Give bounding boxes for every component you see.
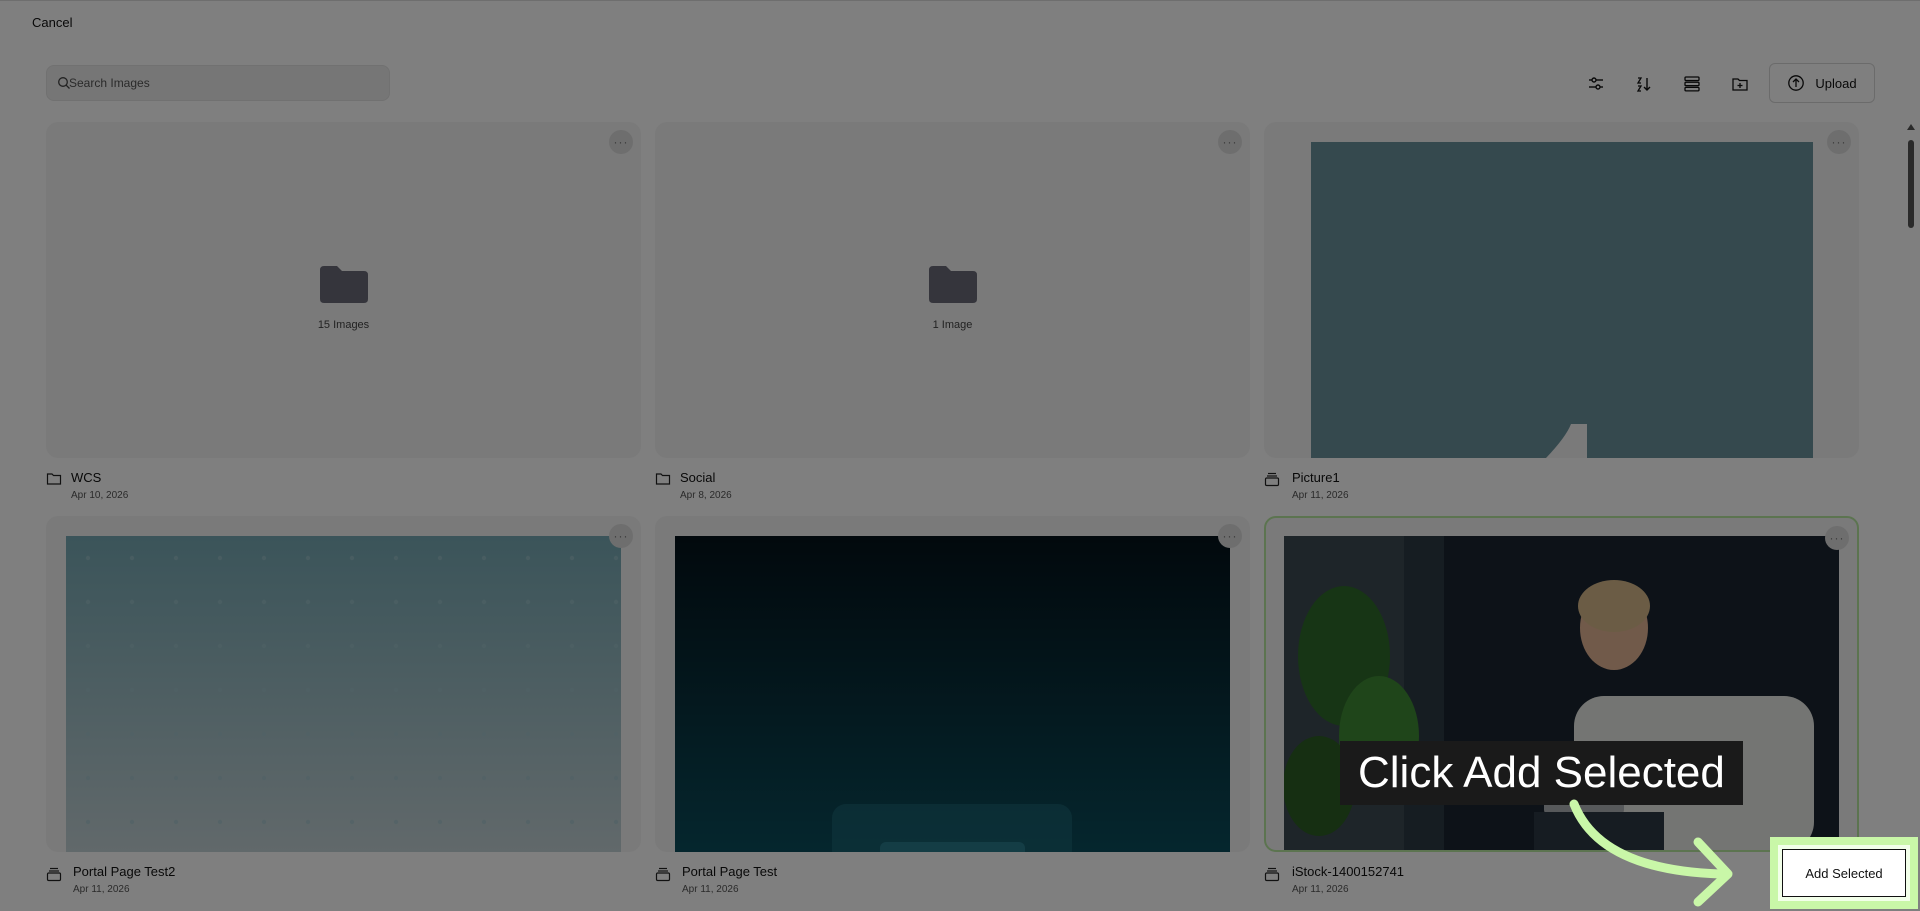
item-name: Portal Page Test2	[73, 864, 176, 879]
item-date: Apr 11, 2026	[1292, 884, 1349, 895]
item-date: Apr 11, 2026	[682, 884, 739, 895]
upload-icon	[1788, 75, 1805, 91]
image-thumbnail	[675, 536, 1230, 852]
new-folder-icon	[1732, 78, 1748, 91]
folder-image-count: 1 Image	[932, 319, 973, 331]
folder-image-count: 15 Images	[317, 319, 370, 331]
item-date: Apr 10, 2026	[71, 490, 129, 501]
folder-icon	[46, 473, 62, 485]
folder-preview: 1 Image	[655, 264, 1250, 331]
cancel-button[interactable]: Cancel	[32, 15, 72, 30]
scroll-up-icon	[1907, 124, 1915, 130]
list-view-button[interactable]	[1676, 68, 1708, 100]
image-card-portal-page-test[interactable]: ···	[655, 516, 1250, 852]
sort-az-icon	[1636, 77, 1651, 92]
filter-icon	[1589, 77, 1603, 90]
upload-button[interactable]: Upload	[1769, 63, 1875, 103]
more-options-button[interactable]: ···	[609, 130, 633, 154]
scrollbar-thumb[interactable]	[1908, 140, 1914, 228]
top-bar: Cancel	[0, 0, 1920, 44]
item-date: Apr 11, 2026	[73, 884, 130, 895]
image-thumbnail	[66, 536, 621, 852]
item-date: Apr 11, 2026	[1292, 490, 1349, 501]
folder-preview: 15 Images	[46, 264, 641, 331]
item-name: WCS	[71, 470, 102, 485]
search-box[interactable]	[46, 65, 390, 101]
item-name: iStock-1400152741	[1292, 864, 1405, 879]
sort-button[interactable]	[1628, 68, 1660, 100]
image-stack-icon	[1264, 867, 1280, 882]
folder-card-social[interactable]: ··· 1 Image	[655, 122, 1250, 458]
more-options-button[interactable]: ···	[1218, 130, 1242, 154]
image-stack-icon	[46, 867, 62, 882]
grid-scrollbar[interactable]	[1906, 122, 1916, 911]
image-stack-icon	[655, 867, 671, 882]
image-card-picture1[interactable]: ···	[1264, 122, 1859, 458]
image-card-portal-page-test2[interactable]: ···	[46, 516, 641, 852]
list-view-icon	[1684, 76, 1700, 92]
search-input[interactable]	[65, 66, 385, 100]
new-folder-button[interactable]	[1724, 68, 1756, 100]
item-name: Picture1	[1292, 470, 1340, 485]
image-stack-icon	[1264, 472, 1280, 487]
folder-card-wcs[interactable]: ··· 15 Images	[46, 122, 641, 458]
curved-arrow-icon	[1569, 799, 1733, 907]
more-options-button[interactable]: ···	[1825, 526, 1849, 550]
folder-icon	[655, 473, 671, 485]
add-selected-button[interactable]: Add Selected	[1782, 849, 1906, 897]
item-date: Apr 8, 2026	[680, 490, 732, 501]
more-options-button[interactable]: ···	[1827, 130, 1851, 154]
upload-label: Upload	[1815, 75, 1857, 91]
more-options-button[interactable]: ···	[1218, 524, 1242, 548]
more-options-button[interactable]: ···	[609, 524, 633, 548]
folder-icon	[928, 266, 977, 303]
filter-button[interactable]	[1580, 68, 1612, 100]
item-name: Social	[680, 470, 716, 485]
item-name: Portal Page Test	[682, 864, 778, 879]
image-thumbnail	[1311, 142, 1813, 458]
folder-icon	[319, 266, 368, 303]
